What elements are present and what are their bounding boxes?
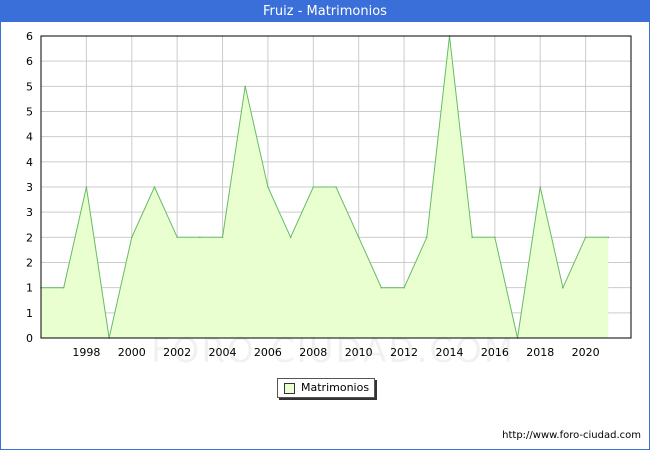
y-tick-label: 5: [26, 106, 33, 119]
watermark: FORO-CIUDAD.COM: [151, 331, 516, 371]
y-tick-label: 2: [26, 257, 33, 270]
y-tick-label: 5: [26, 80, 33, 93]
data-point: [425, 236, 428, 239]
y-tick-label: 4: [26, 131, 33, 144]
data-point: [267, 186, 269, 188]
y-tick-label: 6: [26, 55, 33, 68]
y-tick-label: 6: [26, 30, 33, 43]
y-tick-label: 3: [26, 206, 33, 219]
y-tick-label: 3: [26, 181, 33, 194]
data-point: [539, 186, 542, 188]
x-tick-label: 1998: [72, 346, 100, 359]
data-point: [85, 186, 88, 188]
data-point: [584, 236, 587, 239]
data-point: [494, 236, 496, 239]
data-point: [62, 286, 65, 289]
legend-swatch: [284, 383, 295, 394]
source-url[interactable]: http://www.foro-ciudad.com: [502, 430, 641, 441]
data-point: [335, 186, 337, 188]
data-point: [130, 236, 133, 239]
x-tick-label: 2020: [572, 346, 600, 359]
legend-label: Matrimonios: [301, 381, 370, 394]
chart-frame: 0 1 1 2 2 3 3 4 4 5 5 6 6 1998 2000 2002 2004 2006 2008 201…: [0, 0, 650, 450]
legend: Matrimonios: [277, 378, 375, 398]
data-point: [176, 236, 178, 239]
data-point: [289, 236, 292, 239]
data-point: [471, 236, 473, 239]
data-point: [357, 236, 360, 239]
data-point: [153, 186, 156, 188]
x-tick-label: 2018: [526, 346, 554, 359]
y-tick-label: 4: [26, 156, 33, 169]
y-tick-label: 1: [26, 282, 33, 295]
data-point: [221, 236, 224, 239]
data-point: [607, 236, 610, 239]
y-tick-label: 2: [26, 231, 33, 244]
data-point: [244, 85, 247, 88]
x-tick-label: 2000: [118, 346, 146, 359]
y-tick-label: 0: [26, 332, 33, 345]
data-point: [403, 286, 405, 289]
data-point: [199, 236, 201, 239]
data-point: [562, 286, 564, 289]
data-point: [380, 286, 383, 289]
y-tick-label: 1: [26, 307, 33, 320]
chart-title: Fruiz - Matrimonios: [1, 1, 649, 22]
data-point: [312, 186, 315, 188]
